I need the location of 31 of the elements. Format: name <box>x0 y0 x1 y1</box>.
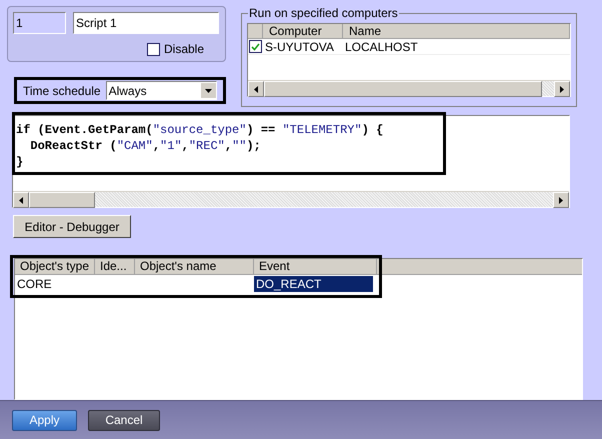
code-editor[interactable]: if (Event.GetParam("source_type") == "TELEMETRY") { DoReactStr ("CAM","1","REC",""); } <box>12 115 570 208</box>
column-header[interactable]: Event <box>254 259 377 274</box>
checkbox[interactable] <box>147 42 160 56</box>
column-header[interactable]: Computer <box>263 24 343 38</box>
table-cell-text: S-UYUTOVA <box>264 38 335 56</box>
scroll-thumb[interactable] <box>264 81 542 97</box>
table-cell-text: LOCALHOST <box>344 38 419 56</box>
scroll-thumb[interactable] <box>29 192 95 208</box>
column-header[interactable]: Object's name <box>135 259 254 274</box>
cancel-button[interactable]: Cancel <box>88 410 160 430</box>
editor-debugger-button[interactable]: Editor - Debugger <box>13 215 131 238</box>
groupbox-title: Run on specified computers <box>248 6 399 20</box>
code-line: if (Event.GetParam("source_type") == "TELEMETRY") { <box>16 122 384 138</box>
horizontal-scrollbar[interactable] <box>248 80 570 96</box>
computer-row[interactable]: S-UYUTOVA LOCALHOST <box>248 39 570 55</box>
script-name-field[interactable]: Script 1 <box>73 12 219 34</box>
time-schedule-dropdown[interactable]: Always <box>106 81 217 100</box>
time-schedule-label: Time schedule <box>23 82 101 100</box>
script-number-field[interactable]: 1 <box>13 12 66 34</box>
table-cell[interactable]: CORE <box>15 276 95 292</box>
code-line: } <box>16 154 24 170</box>
disable-label: Disable <box>164 41 204 58</box>
apply-button[interactable]: Apply <box>12 410 77 430</box>
checkbox[interactable] <box>249 40 262 53</box>
table-row[interactable]: CORE DO_REACT <box>15 275 582 293</box>
code-line: DoReactStr ("CAM","1","REC",""); <box>29 138 261 154</box>
column-header[interactable]: Name <box>343 24 570 38</box>
column-header[interactable]: Ide... <box>95 259 135 274</box>
column-header[interactable]: Object's type <box>15 259 95 274</box>
table-cell[interactable]: DO_REACT <box>254 276 373 292</box>
horizontal-scrollbar[interactable] <box>13 191 569 207</box>
